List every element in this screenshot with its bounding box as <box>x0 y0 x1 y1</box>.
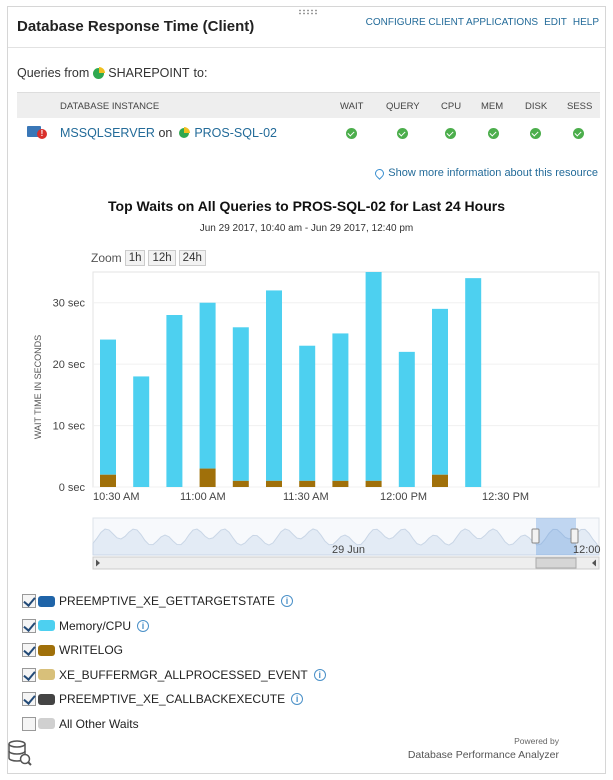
info-icon[interactable]: i <box>137 619 150 632</box>
x-tick-label: 12:00 PM <box>380 491 427 503</box>
y-tick-label: 20 sec <box>53 359 86 371</box>
bar-memory-cpu[interactable] <box>398 351 415 487</box>
bar-memory-cpu[interactable] <box>465 278 482 487</box>
legend-item[interactable]: All Other Waits <box>22 712 326 737</box>
bar-memory-cpu[interactable] <box>432 308 448 475</box>
legend-label: Memory/CPU <box>59 618 132 633</box>
x-tick-label: 10:30 AM <box>93 491 139 503</box>
time-navigator[interactable]: 29 Jun 12:00 <box>92 517 601 570</box>
bar-writelog[interactable] <box>266 480 282 487</box>
legend-label: PREEMPTIVE_XE_CALLBACKEXECUTE <box>59 692 286 707</box>
legend-label: PREEMPTIVE_XE_GETTARGETSTATE <box>59 594 276 609</box>
y-tick-label: 10 sec <box>53 421 86 433</box>
navigator-handle-right[interactable] <box>570 528 579 544</box>
legend-swatch <box>38 669 55 681</box>
bar-memory-cpu[interactable] <box>232 327 249 481</box>
y-tick-label: 0 sec <box>59 482 86 494</box>
plot-area: 0 sec 10 sec 20 sec 30 sec 10:30 AM 11:00 AM 1… <box>53 271 600 503</box>
bar-writelog[interactable] <box>232 480 249 487</box>
bar-memory-cpu[interactable] <box>332 333 349 481</box>
info-icon[interactable]: i <box>281 595 294 608</box>
legend-checkbox[interactable] <box>22 618 36 633</box>
dpa-logo-icon <box>8 740 32 766</box>
bar-memory-cpu[interactable] <box>100 339 116 475</box>
bar-writelog[interactable] <box>199 468 216 487</box>
legend-checkbox[interactable] <box>22 643 36 658</box>
bar-writelog[interactable] <box>432 474 448 487</box>
bar-memory-cpu[interactable] <box>266 290 282 481</box>
legend-swatch <box>38 718 55 730</box>
legend-swatch <box>38 595 55 607</box>
legend-item[interactable]: PREEMPTIVE_XE_GETTARGETSTATE i <box>22 589 326 614</box>
info-icon[interactable]: i <box>313 668 326 681</box>
legend-swatch <box>38 644 55 656</box>
bar-memory-cpu[interactable] <box>199 302 216 469</box>
bar-memory-cpu[interactable] <box>365 272 382 481</box>
bar-writelog[interactable] <box>332 480 349 487</box>
bar-memory-cpu[interactable] <box>133 376 150 487</box>
legend-checkbox[interactable] <box>22 667 36 682</box>
y-axis-label: WAIT TIME IN SECONDS <box>33 335 43 439</box>
wait-time-chart: 0 sec 10 sec 20 sec 30 sec 10:30 AM 11:00 AM 1… <box>33 271 601 570</box>
legend-item[interactable]: XE_BUFFERMGR_ALLPROCESSED_EVENT i <box>22 663 326 688</box>
bar-writelog[interactable] <box>100 474 116 487</box>
navigator-time-label: 12:00 <box>573 544 601 556</box>
x-tick-label: 11:00 AM <box>180 491 226 503</box>
legend-label: All Other Waits <box>59 716 139 731</box>
legend-checkbox[interactable] <box>22 716 36 731</box>
chart-legend: PREEMPTIVE_XE_GETTARGETSTATE i Memory/CPU i… <box>22 589 326 736</box>
scrollbar-track[interactable] <box>92 556 600 570</box>
navigator-selection[interactable] <box>536 518 576 555</box>
info-icon[interactable]: i <box>291 693 304 706</box>
resource-panel: Database Response Time (Client) CONFIGUR… <box>7 6 606 774</box>
powered-by: Powered by Database Performance Analyzer <box>408 736 559 761</box>
legend-item[interactable]: PREEMPTIVE_XE_CALLBACKEXECUTE i <box>22 687 326 712</box>
bar-writelog[interactable] <box>365 480 382 487</box>
legend-swatch <box>38 620 55 632</box>
product-name: Database Performance Analyzer <box>407 749 559 761</box>
scrollbar-thumb[interactable] <box>535 557 577 569</box>
legend-label: XE_BUFFERMGR_ALLPROCESSED_EVENT <box>59 667 308 682</box>
legend-item[interactable]: WRITELOG <box>22 638 326 663</box>
x-tick-label: 12:30 PM <box>482 491 529 503</box>
navigator-date-label: 29 Jun <box>332 544 365 556</box>
navigator-handle-left[interactable] <box>531 528 540 544</box>
legend-item[interactable]: Memory/CPU i <box>22 614 326 639</box>
bar-memory-cpu[interactable] <box>166 315 183 487</box>
powered-by-label: Powered by <box>514 736 559 746</box>
legend-label: WRITELOG <box>59 643 124 658</box>
legend-checkbox[interactable] <box>22 692 36 707</box>
bar-memory-cpu[interactable] <box>299 345 316 481</box>
legend-checkbox[interactable] <box>22 594 36 609</box>
legend-swatch <box>38 693 55 705</box>
bar-writelog[interactable] <box>299 480 316 487</box>
y-tick-label: 30 sec <box>53 298 86 310</box>
x-tick-label: 11:30 AM <box>283 491 329 503</box>
